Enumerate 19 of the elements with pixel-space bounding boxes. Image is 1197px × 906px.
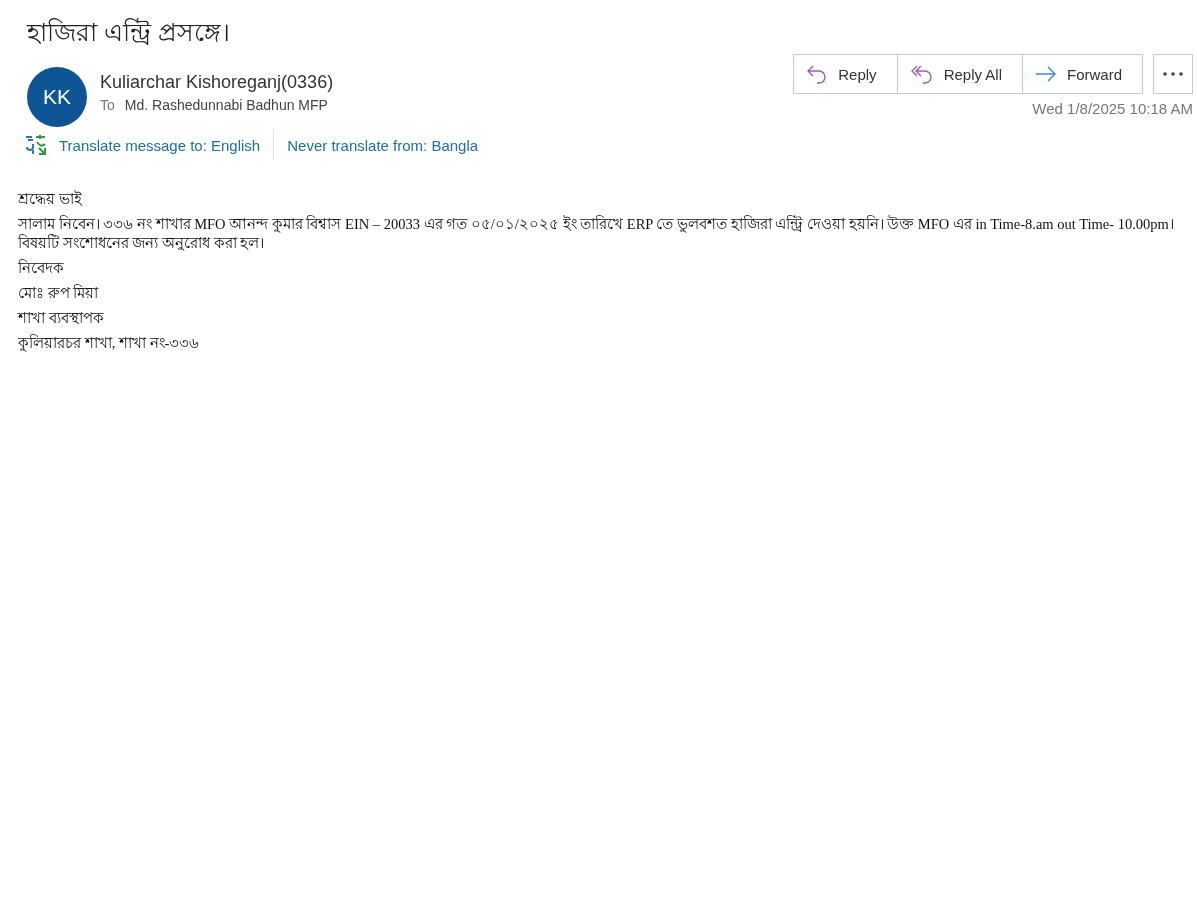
to-label: To	[100, 97, 115, 113]
forward-arrow-icon	[1035, 66, 1057, 82]
sender-avatar: KK	[27, 67, 87, 127]
body-paragraph: মোঃ রুপ মিয়া	[18, 284, 100, 303]
body-paragraph: নিবেদক	[18, 259, 65, 278]
body-paragraph: শ্রদ্ধেয় ভাই	[18, 190, 83, 209]
body-paragraph: শাখা ব্যবস্থাপক	[18, 309, 105, 328]
more-icon	[1163, 72, 1183, 76]
body-paragraph: সালাম নিবেন। ৩৩৬ নং শাখার MFO আনন্দ কুমার বিশ্বাস EIN – 20033 এর গত ০৫/০১/২০২৫ ইং তারিখে ERP তে ভুলবশত হাজিরা এন্ট্রি দেওয়া হয়নি। উক্ত MFO এর in Time-8.am out Time- 10.00pm। বিষয়টি সংশোধনের জন্য অনুরোধ করা হল।	[18, 215, 1175, 253]
recipient-name: Md. Rashedunnabi Badhun MFP	[124, 97, 328, 113]
body-paragraph: কুলিয়ারচর শাখা, শাখা নং-৩৩৬	[18, 334, 201, 353]
sent-date: Wed 1/8/2025 10:18 AM	[1032, 100, 1193, 117]
reply-icon	[806, 64, 829, 84]
sender-name: Kuliarchar Kishoreganj(0336)	[100, 72, 334, 93]
translate-link[interactable]: Translate message to: English	[59, 136, 261, 154]
never-translate-link[interactable]: Never translate from: Bangla	[287, 136, 479, 154]
reply-all-icon	[909, 64, 934, 84]
email-subject: হাজিরা এন্ট্রি প্রসঙ্গে।	[27, 17, 231, 48]
more-button[interactable]	[1153, 54, 1193, 94]
